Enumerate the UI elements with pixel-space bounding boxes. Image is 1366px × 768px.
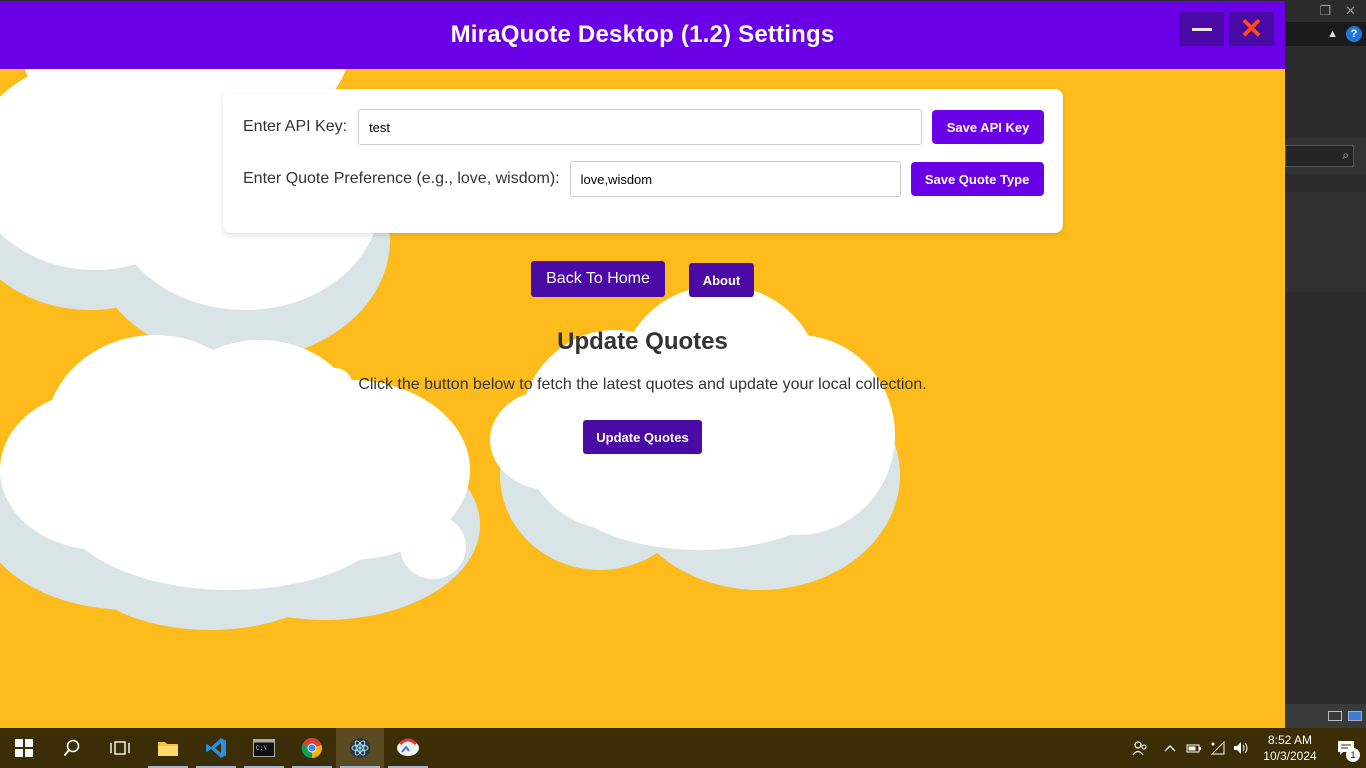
list-view-icon[interactable] [1328,711,1342,721]
system-tray: 8:52 AM 10/3/2024 1 [1122,728,1366,768]
taskbar-app-chrome[interactable] [288,728,336,768]
search-icon: ⌕ [1342,148,1349,162]
chevron-up-icon[interactable]: ▲ [1327,28,1338,40]
miraquote-icon [397,738,419,756]
minimize-icon [1191,27,1212,31]
taskbar-app-electron[interactable] [336,728,384,768]
background-app-titlebar: ❐ ✕ [1285,0,1366,22]
terminal-icon: C:\ [253,739,275,757]
save-api-key-button[interactable]: Save API Key [932,110,1045,144]
settings-card: Enter API Key: Save API Key Enter Quote … [223,89,1063,233]
update-quotes-description: Click the button below to fetch the late… [358,376,927,393]
people-icon[interactable] [1122,728,1158,768]
api-key-row: Enter API Key: Save API Key [243,109,1045,145]
background-panel-lower [1285,192,1366,292]
taskbar: C:\ 8:52 AM 10/3/2024 1 [0,728,1366,768]
quote-preference-row: Enter Quote Preference (e.g., love, wisd… [243,161,1044,197]
windows-icon [15,739,33,757]
background-app-toolbar: ▲ ? [1285,22,1366,46]
volume-icon[interactable] [1230,728,1254,768]
wifi-icon[interactable] [1206,728,1230,768]
taskbar-app-terminal[interactable]: C:\ [240,728,288,768]
search-button[interactable] [48,728,96,768]
chrome-icon [301,738,322,759]
start-button[interactable] [0,728,48,768]
taskbar-app-file-explorer[interactable] [144,728,192,768]
background-search-input[interactable]: ⌕ [1285,145,1354,167]
clock-time: 8:52 AM [1267,733,1313,747]
update-quotes-button[interactable]: Update Quotes [583,420,702,454]
close-button[interactable]: ✕ [1229,12,1274,46]
background-app-window: ❐ ✕ ▲ ? ⌕ [1285,0,1366,728]
quote-preference-input[interactable] [569,161,901,197]
background-status-bar [1285,704,1366,728]
api-key-label: Enter API Key: [243,118,348,135]
window-title: MiraQuote Desktop (1.2) Settings [450,21,835,48]
task-view-icon [110,741,130,755]
clock-date: 10/3/2024 [1263,749,1317,763]
window-view-icon[interactable] [1348,711,1362,721]
battery-icon[interactable] [1182,728,1206,768]
electron-icon [350,738,370,758]
quote-preference-label: Enter Quote Preference (e.g., love, wisd… [243,170,560,187]
api-key-input[interactable] [358,109,923,145]
folder-icon [158,742,178,756]
close-icon: ✕ [1239,13,1264,44]
restore-icon[interactable]: ❐ [1319,3,1331,19]
taskbar-app-miraquote[interactable] [384,728,432,768]
svg-text:C:\: C:\ [256,745,267,752]
minimize-button[interactable] [1179,12,1224,46]
notification-center-button[interactable]: 1 [1326,728,1366,768]
help-icon[interactable]: ? [1346,26,1362,42]
save-quote-type-button[interactable]: Save Quote Type [910,162,1044,196]
system-clock[interactable]: 8:52 AM 10/3/2024 [1254,732,1326,764]
back-to-home-button[interactable]: Back To Home [531,261,665,297]
notification-badge: 1 [1346,748,1360,762]
update-quotes-heading: Update Quotes [557,328,728,355]
vscode-icon [206,738,226,758]
about-button[interactable]: About [689,263,754,297]
title-bar[interactable]: MiraQuote Desktop (1.2) Settings [0,0,1285,69]
task-view-button[interactable] [96,728,144,768]
close-icon[interactable]: ✕ [1345,3,1356,19]
app-window: MiraQuote Desktop (1.2) Settings ✕ Enter… [0,0,1285,728]
search-icon [63,739,80,757]
chevron-up-icon[interactable] [1158,728,1182,768]
taskbar-app-vscode[interactable] [192,728,240,768]
